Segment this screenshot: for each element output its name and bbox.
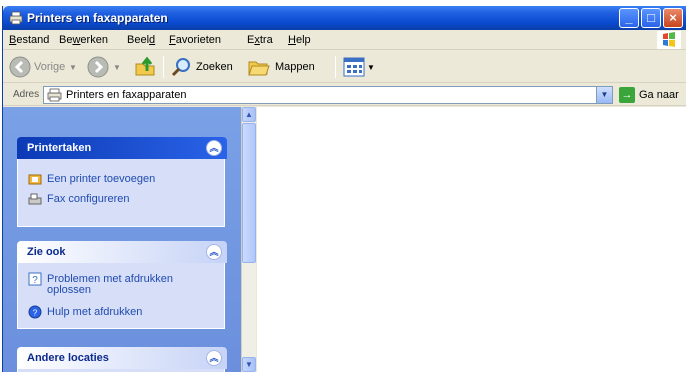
menu-help[interactable]: Help: [288, 34, 311, 46]
up-folder-button[interactable]: [133, 55, 157, 79]
minimize-button[interactable]: _: [619, 8, 639, 28]
menu-favorieten[interactable]: Favorieten: [169, 34, 221, 46]
window-title: Printers en faxapparaten: [27, 11, 168, 25]
maximize-button[interactable]: □: [641, 8, 661, 28]
scroll-down-button[interactable]: ▼: [242, 357, 256, 372]
panel-printertaken: Printertaken ︽ Een printer toevoegen Fax…: [17, 137, 227, 227]
folders-button[interactable]: Mappen: [247, 55, 327, 79]
panel-zie-ook: Zie ook ︽ ? Problemen met afdrukken oplo…: [17, 241, 227, 329]
search-icon: [171, 58, 190, 77]
views-button[interactable]: ▼: [343, 55, 377, 79]
windows-logo-icon: [657, 31, 681, 49]
views-dropdown-icon: ▼: [367, 63, 375, 72]
menu-extra[interactable]: Extra: [247, 34, 273, 46]
search-button[interactable]: Zoeken: [171, 55, 241, 79]
address-dropdown-button[interactable]: ▼: [596, 87, 612, 103]
address-bar: Adres Printers en faxapparaten ▼ → Ga na…: [3, 84, 686, 106]
forward-arrow-icon: [87, 56, 109, 78]
scroll-up-icon: ▲: [245, 110, 253, 119]
toolbar-separator: [163, 56, 164, 78]
scroll-thumb[interactable]: [242, 123, 256, 263]
help-question-icon: ?: [28, 272, 42, 286]
forward-dropdown-icon: ▼: [113, 63, 121, 72]
back-arrow-icon: [9, 56, 31, 78]
double-chevron-up-icon: ︽: [209, 353, 219, 363]
folders-label: Mappen: [275, 61, 315, 73]
collapse-button[interactable]: ︽: [206, 350, 222, 366]
go-label: Ga naar: [639, 89, 679, 101]
back-button[interactable]: Vorige ▼: [9, 55, 79, 79]
panel-title: Zie ook: [27, 246, 66, 258]
folders-icon: [248, 61, 270, 76]
maximize-icon: □: [647, 10, 655, 25]
panel-header[interactable]: Andere locaties ︽: [17, 347, 227, 369]
menu-bewerken[interactable]: Bewerken: [59, 34, 108, 46]
scroll-up-button[interactable]: ▲: [242, 107, 256, 122]
task-pane-scrollbar[interactable]: ▲ ▼: [241, 107, 256, 372]
views-grid-icon: [343, 57, 365, 77]
panel-title: Andere locaties: [27, 352, 109, 364]
collapse-button[interactable]: ︽: [206, 244, 222, 260]
up-folder-icon: [135, 56, 155, 76]
standard-toolbar: Vorige ▼ ▼ Zoeken Mappen ▼: [3, 51, 686, 83]
close-icon: ×: [669, 10, 677, 25]
scroll-down-icon: ▼: [245, 360, 253, 369]
chevron-down-icon: ▼: [600, 90, 609, 99]
search-label: Zoeken: [196, 61, 233, 73]
back-dropdown-icon: ▼: [69, 63, 77, 72]
address-label: Adres: [13, 89, 40, 100]
menu-bar: Bestand Bewerken Beeld Favorieten Extra …: [3, 30, 686, 50]
panel-header[interactable]: Zie ook ︽: [17, 241, 227, 263]
address-value: Printers en faxapparaten: [66, 89, 187, 101]
globe-help-icon: ?: [28, 305, 42, 319]
svg-text:?: ?: [33, 309, 38, 318]
close-button[interactable]: ×: [663, 8, 683, 28]
double-chevron-up-icon: ︽: [209, 143, 219, 153]
fax-icon: [28, 193, 42, 205]
menu-beeld[interactable]: Beeld: [127, 34, 155, 46]
back-label: Vorige: [34, 61, 66, 73]
forward-button[interactable]: ▼: [87, 55, 127, 79]
file-list-area[interactable]: [257, 107, 686, 372]
toolbar-separator: [335, 56, 336, 78]
panel-header[interactable]: Printertaken ︽: [17, 137, 227, 159]
explorer-window: Printers en faxapparaten _ □ × Bestand B…: [2, 6, 686, 372]
printer-folder-icon: [9, 11, 23, 25]
title-bar[interactable]: Printers en faxapparaten _ □ ×: [3, 6, 686, 30]
add-printer-icon: [28, 174, 42, 185]
go-button[interactable]: → Ga naar: [619, 86, 685, 104]
collapse-button[interactable]: ︽: [206, 140, 222, 156]
menu-bestand[interactable]: Bestand: [9, 34, 49, 46]
svg-text:?: ?: [32, 275, 38, 286]
minimize-icon: _: [625, 10, 633, 25]
address-input[interactable]: Printers en faxapparaten ▼: [43, 86, 613, 104]
panel-title: Printertaken: [27, 142, 92, 154]
go-arrow-icon: →: [619, 87, 635, 103]
double-chevron-up-icon: ︽: [209, 247, 219, 257]
task-pane: Printertaken ︽ Een printer toevoegen Fax…: [3, 107, 241, 372]
printer-folder-icon: [47, 88, 62, 102]
